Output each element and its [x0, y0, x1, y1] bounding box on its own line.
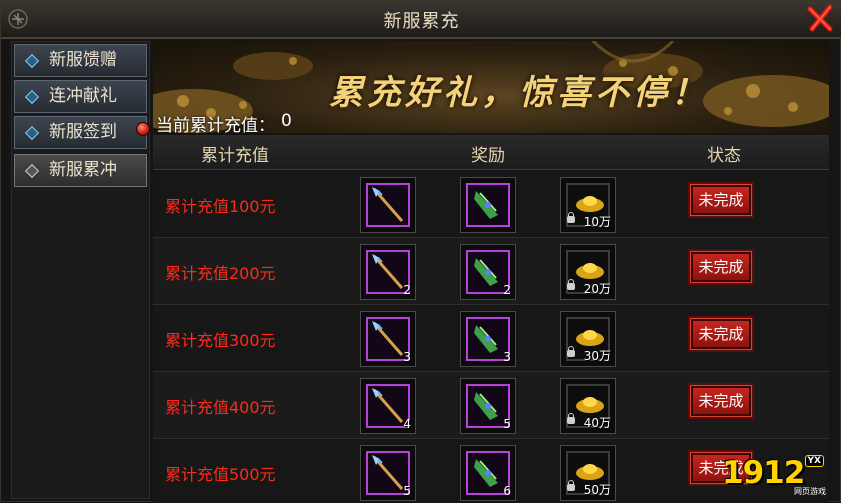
- tab-consecutive-recharge[interactable]: 连冲献礼: [14, 80, 147, 113]
- reward-qty: 2: [403, 283, 411, 297]
- banner-slogan: 累充好礼，惊喜不停！: [329, 73, 709, 113]
- notification-dot-icon: [136, 122, 150, 136]
- watermark-badge: YX: [804, 455, 824, 467]
- status-button[interactable]: 未完成: [690, 251, 752, 283]
- table-row: 累计充值100元 10万 未完成: [153, 171, 829, 238]
- reward-slot[interactable]: [460, 177, 516, 233]
- current-total-label: 当前累计充值：: [156, 116, 275, 136]
- reward-qty: 3: [503, 350, 511, 364]
- gold-amount: 50万: [583, 483, 611, 497]
- tab-new-server-accumulate[interactable]: 新服累冲: [14, 154, 147, 187]
- reward-qty: 4: [403, 417, 411, 431]
- spear-icon: [372, 455, 404, 490]
- gold-amount: 10万: [583, 215, 611, 229]
- gold-amount: 20万: [583, 282, 611, 296]
- reward-slot[interactable]: 5: [360, 445, 416, 501]
- spear-icon: [372, 187, 404, 222]
- green-shard-icon: [474, 459, 498, 487]
- header-reward: 奖励: [471, 146, 505, 166]
- tab-label: 新服累冲: [49, 160, 117, 180]
- tab-label: 新服馈赠: [49, 50, 117, 70]
- reward-qty: 5: [403, 484, 411, 498]
- title-bar: 新服累充: [1, 1, 841, 39]
- gold-amount: 40万: [583, 416, 611, 430]
- reward-slot[interactable]: 2: [460, 244, 516, 300]
- reward-slot[interactable]: 30万: [560, 311, 616, 367]
- tab-new-server-gift[interactable]: 新服馈赠: [14, 44, 147, 77]
- watermark-logo: 1912: [722, 455, 805, 491]
- table-row: 累计充值300元 3 3 30万 未完成: [153, 305, 829, 372]
- reward-slot[interactable]: 50万: [560, 445, 616, 501]
- reward-slot[interactable]: 2: [360, 244, 416, 300]
- lock-icon: [567, 480, 575, 491]
- reward-slot[interactable]: 3: [460, 311, 516, 367]
- reward-slot[interactable]: 40万: [560, 378, 616, 434]
- row-label: 累计充值500元: [165, 465, 276, 484]
- row-label: 累计充值400元: [165, 398, 276, 417]
- lock-icon: [567, 413, 575, 424]
- green-shard-icon: [474, 392, 498, 420]
- watermark-sub: 网页游戏: [794, 487, 826, 496]
- table-header: 累计充值 奖励 状态: [153, 135, 829, 170]
- status-button[interactable]: 未完成: [690, 385, 752, 417]
- row-label: 累计充值300元: [165, 331, 276, 350]
- green-shard-icon: [474, 258, 498, 286]
- diamond-icon: [24, 163, 40, 179]
- reward-qty: 6: [503, 484, 511, 498]
- reward-slot[interactable]: 5: [460, 378, 516, 434]
- reward-slot[interactable]: 3: [360, 311, 416, 367]
- row-label: 累计充值100元: [165, 197, 276, 216]
- reward-slot[interactable]: 20万: [560, 244, 616, 300]
- site-watermark: 1912 YX 网页游戏: [718, 453, 830, 497]
- diamond-icon: [24, 53, 40, 69]
- spear-icon: [372, 254, 404, 289]
- sidebar: 新服馈赠 连冲献礼 新服签到 新服累冲: [11, 41, 150, 499]
- tab-new-server-signin[interactable]: 新服签到: [14, 116, 150, 149]
- reward-qty: 3: [403, 350, 411, 364]
- green-shard-icon: [474, 191, 498, 219]
- current-total-value: 0: [281, 111, 292, 131]
- diamond-icon: [24, 89, 40, 105]
- tab-label: 新服签到: [49, 122, 117, 142]
- spear-icon: [372, 388, 404, 423]
- status-button[interactable]: 未完成: [690, 184, 752, 216]
- reward-qty: 2: [503, 283, 511, 297]
- reward-slot[interactable]: 6: [460, 445, 516, 501]
- header-total: 累计充值: [201, 146, 269, 166]
- green-shard-icon: [474, 325, 498, 353]
- spear-icon: [372, 321, 404, 356]
- header-status: 状态: [707, 146, 741, 166]
- lock-icon: [567, 346, 575, 357]
- row-label: 累计充值200元: [165, 264, 276, 283]
- lock-icon: [567, 279, 575, 290]
- diamond-icon: [24, 125, 40, 141]
- reward-slot[interactable]: 4: [360, 378, 416, 434]
- reward-slot[interactable]: 10万: [560, 177, 616, 233]
- table-row: 累计充值400元 4 5 40万 未完成: [153, 372, 829, 439]
- table-row: 累计充值200元 2 2 20万 未完成: [153, 238, 829, 305]
- reward-qty: 5: [503, 417, 511, 431]
- reward-slot[interactable]: [360, 177, 416, 233]
- status-button[interactable]: 未完成: [690, 318, 752, 350]
- close-x-icon[interactable]: [806, 3, 836, 33]
- reward-window: 新服累充 新服馈赠 连冲献礼 新服签到 新服累冲 累充好礼，惊喜不停！ 当前累计…: [0, 0, 841, 503]
- tab-label: 连冲献礼: [49, 86, 117, 106]
- gold-amount: 30万: [583, 349, 611, 363]
- lock-icon: [567, 212, 575, 223]
- window-title: 新服累充: [383, 11, 460, 32]
